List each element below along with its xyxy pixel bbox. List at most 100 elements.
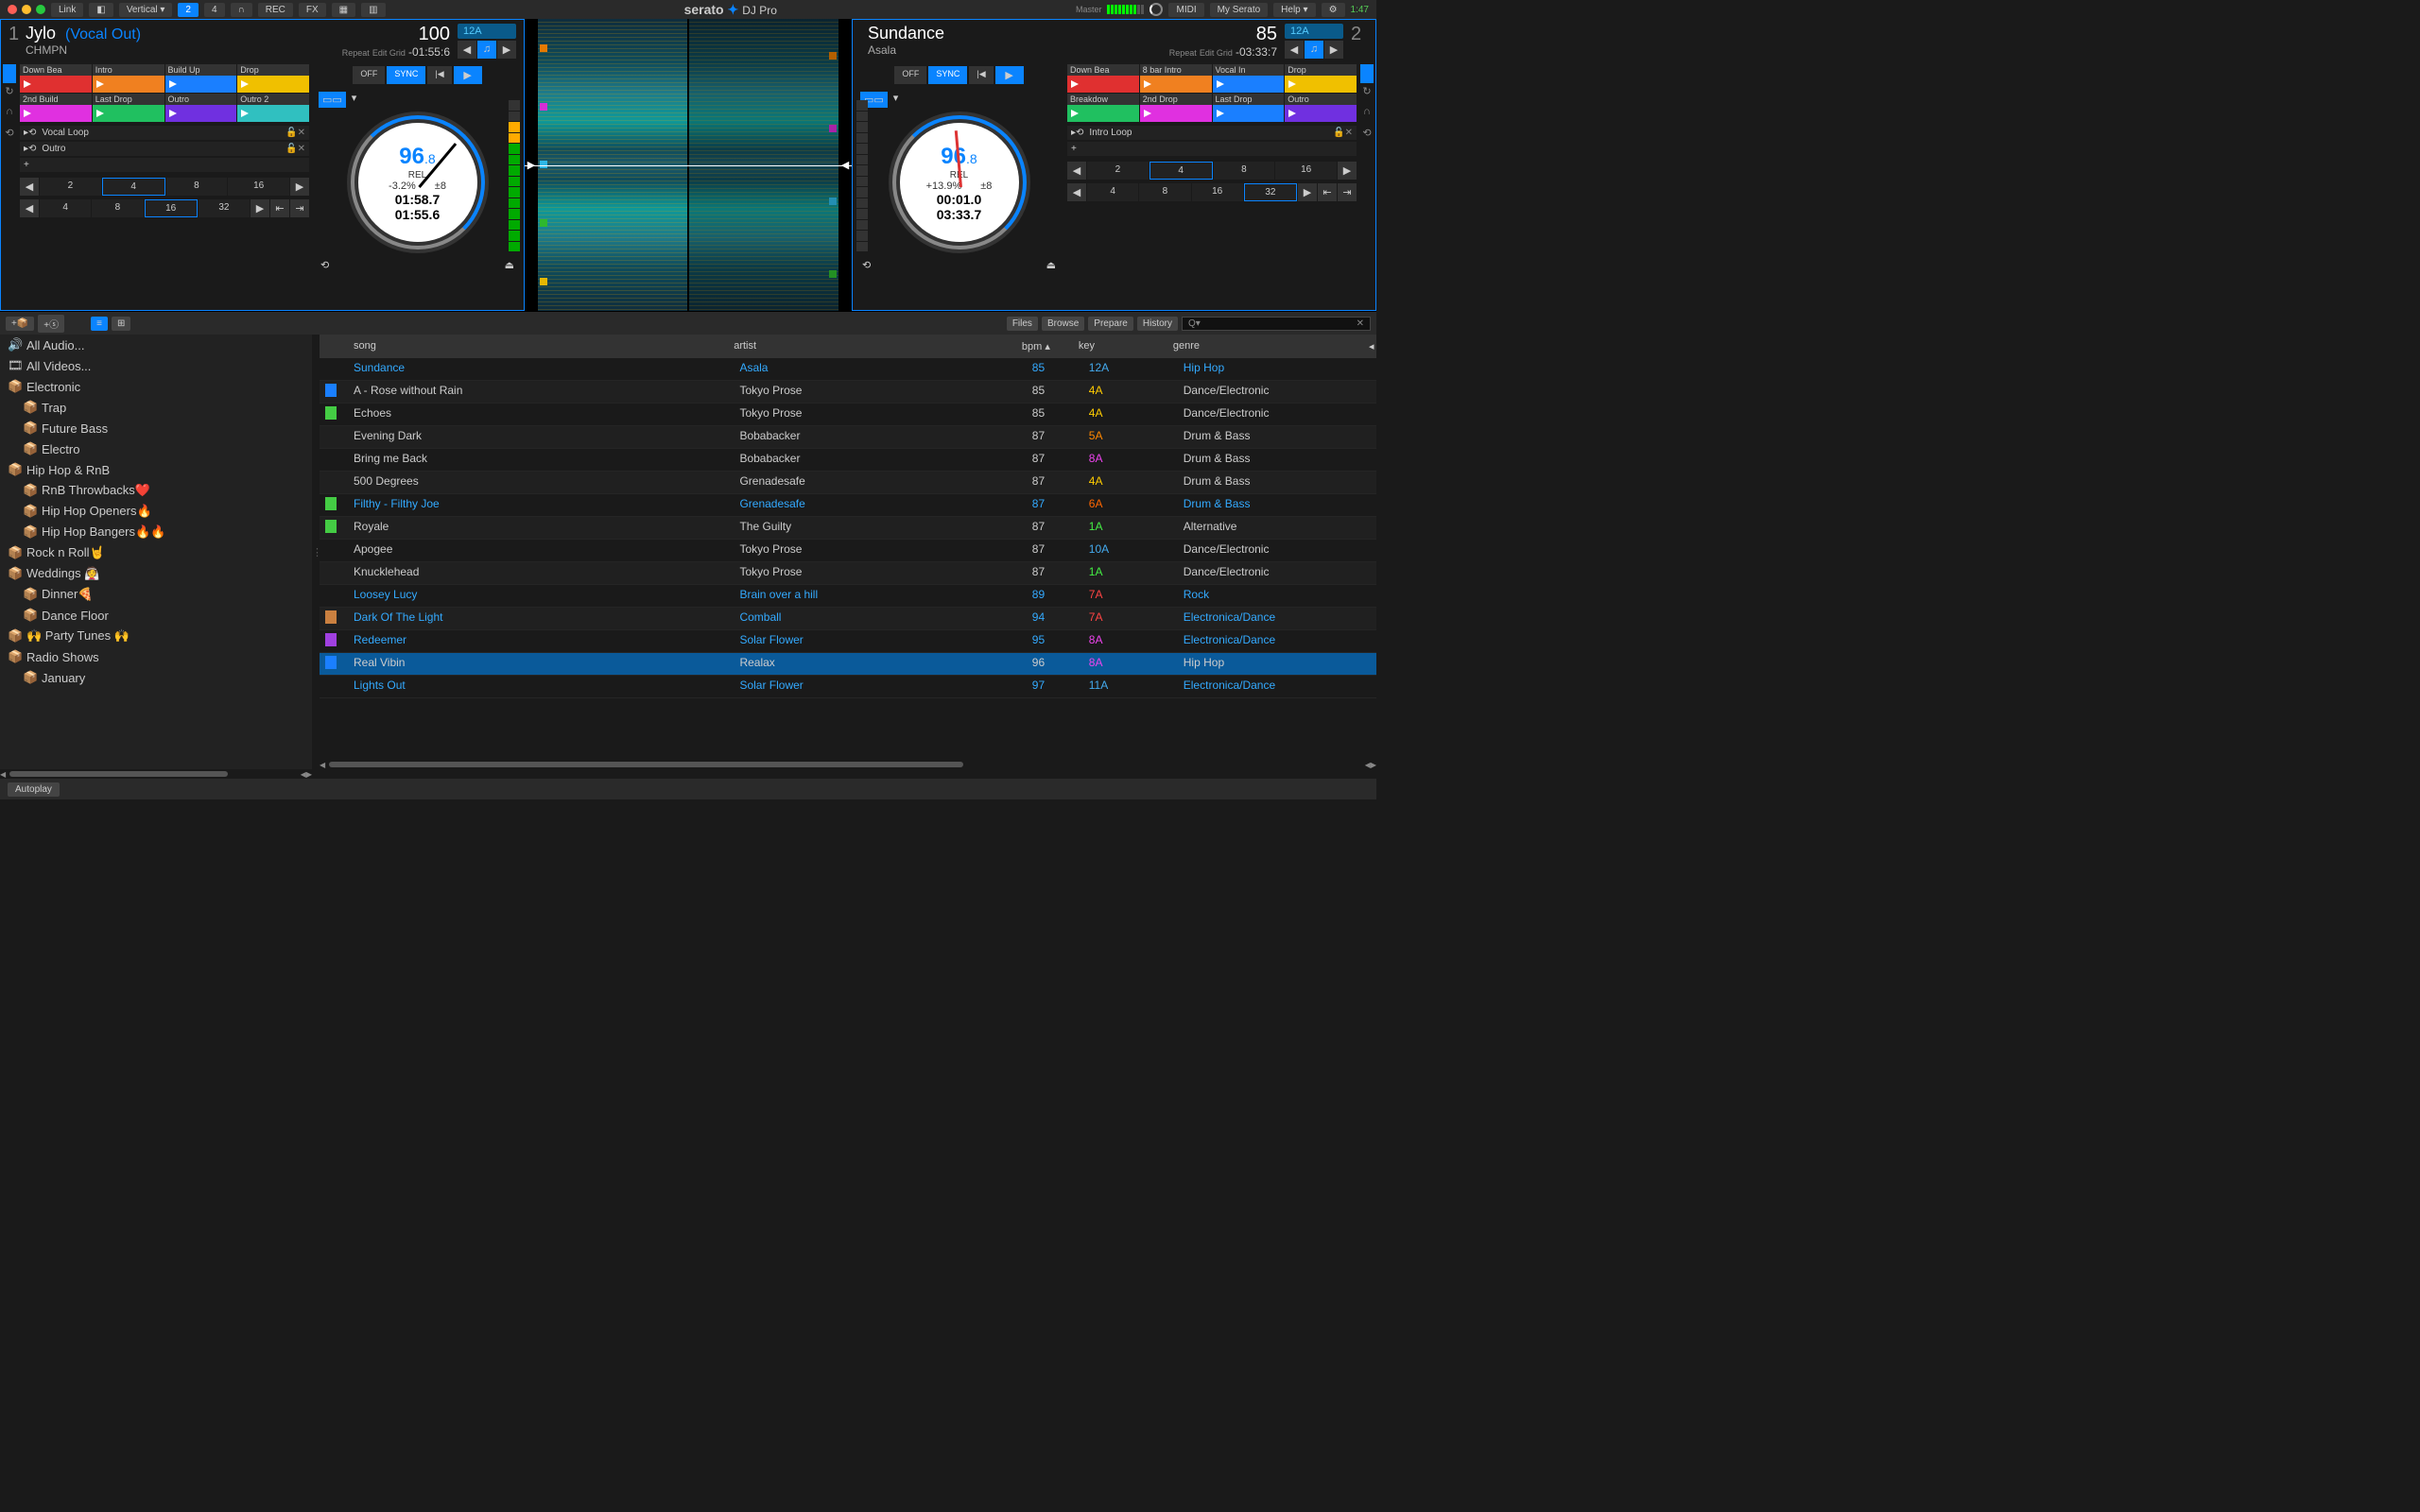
deck2-hotcue-mode[interactable] xyxy=(1360,64,1374,83)
crate-item[interactable]: 📦Dinner🍕 xyxy=(0,584,312,605)
deck2-sync-off[interactable]: OFF xyxy=(894,66,926,84)
crate-item[interactable]: 📦January xyxy=(0,667,312,688)
beat-value[interactable]: 4 xyxy=(102,178,165,196)
crate-item[interactable]: 🔊All Audio... xyxy=(0,335,312,355)
loop-add[interactable]: + xyxy=(1067,142,1357,156)
loop-add[interactable]: + xyxy=(20,158,309,172)
beat-left-icon[interactable]: ◀ xyxy=(20,199,39,217)
deck-count-2[interactable]: 2 xyxy=(178,3,199,17)
tracks-scrollbar-h[interactable] xyxy=(320,760,1376,769)
layout-dropdown[interactable]: Vertical ▾ xyxy=(119,3,173,17)
cue-pad[interactable]: Last Drop xyxy=(1213,94,1285,122)
deck2-prev-icon[interactable]: ◀ xyxy=(1285,41,1304,59)
beat-value[interactable]: 16 xyxy=(1192,183,1243,201)
beatjump-icon[interactable]: ⇥ xyxy=(290,199,309,217)
deck2-loop-mode[interactable]: ⟲ xyxy=(1360,127,1374,146)
deck-count-4[interactable]: 4 xyxy=(204,3,225,17)
crates-panel[interactable]: 🔊All Audio...🎞All Videos...📦Electronic📦T… xyxy=(0,335,312,769)
loop-slot[interactable]: ▸⟲Intro Loop🔓✕ xyxy=(1067,126,1357,140)
view-list-icon[interactable]: ≡ xyxy=(91,317,108,331)
deck1-repeat[interactable]: Repeat xyxy=(342,48,370,58)
beat-value[interactable]: 16 xyxy=(228,178,289,196)
cue-pad[interactable]: Intro xyxy=(93,64,164,93)
track-row[interactable]: Dark Of The LightComball947AElectronica/… xyxy=(320,608,1376,630)
deck2-platter[interactable]: 96.8 REL +13.9%±8 00:01.0 03:33.7 xyxy=(889,112,1030,253)
col-song[interactable]: song xyxy=(348,337,728,355)
track-row[interactable]: Lights OutSolar Flower9711AElectronica/D… xyxy=(320,676,1376,698)
beat-value[interactable]: 8 xyxy=(1214,162,1275,180)
deck2-editgrid[interactable]: Edit Grid xyxy=(1200,48,1233,58)
col-key[interactable]: key xyxy=(1073,337,1167,355)
track-row[interactable]: Real VibinRealax968AHip Hop xyxy=(320,653,1376,676)
cue-pad[interactable]: Drop xyxy=(1285,64,1357,93)
crate-item[interactable]: 📦Electro xyxy=(0,438,312,459)
sampler-icon[interactable]: ▦ xyxy=(332,3,355,17)
beat-value[interactable]: 4 xyxy=(1150,162,1213,180)
beatjump-icon[interactable]: ⇥ xyxy=(1338,183,1357,201)
crate-item[interactable]: 📦🙌 Party Tunes 🙌 xyxy=(0,626,312,646)
history-tab[interactable]: History xyxy=(1137,317,1178,331)
beat-value[interactable]: 4 xyxy=(1087,183,1138,201)
deck1-hotcue-mode[interactable] xyxy=(3,64,16,83)
search-input[interactable]: Q▾✕ xyxy=(1182,317,1371,331)
crate-item[interactable]: 📦Trap xyxy=(0,397,312,418)
cue-pad[interactable]: Down Bea xyxy=(1067,64,1139,93)
beat-value[interactable]: 2 xyxy=(40,178,101,196)
settings-icon[interactable]: ⚙ xyxy=(1322,3,1345,17)
beat-value[interactable]: 8 xyxy=(1139,183,1190,201)
deck2-play-button[interactable]: ▶ xyxy=(995,66,1024,84)
view-grid-icon[interactable]: ⊞ xyxy=(112,317,130,331)
track-row[interactable]: Loosey LucyBrain over a hill897ARock xyxy=(320,585,1376,608)
crate-item[interactable]: 📦Hip Hop Openers🔥 xyxy=(0,501,312,522)
track-row[interactable]: SundanceAsala8512AHip Hop xyxy=(320,358,1376,381)
minimize-icon[interactable] xyxy=(22,5,31,14)
deck1-prev-track-icon[interactable]: |◀ xyxy=(427,66,451,84)
deck1-headphone-icon[interactable]: ∩ xyxy=(3,106,16,125)
beatjump-icon[interactable]: ⇤ xyxy=(270,199,289,217)
crate-item[interactable]: 📦Radio Shows xyxy=(0,646,312,667)
rec-button[interactable]: REC xyxy=(258,3,293,17)
beat-value[interactable]: 2 xyxy=(1087,162,1149,180)
crate-item[interactable]: 📦RnB Throwbacks❤️ xyxy=(0,480,312,501)
deck1-music-icon[interactable]: ♫ xyxy=(477,41,496,59)
deck2-keylock-dropdown[interactable]: ▾ xyxy=(893,92,899,108)
deck1-sync-button[interactable]: SYNC xyxy=(387,66,425,84)
beat-value[interactable]: 4 xyxy=(40,199,91,217)
track-row[interactable]: RedeemerSolar Flower958AElectronica/Danc… xyxy=(320,630,1376,653)
beat-left-icon[interactable]: ◀ xyxy=(1067,162,1086,180)
beat-right-icon[interactable]: ▶ xyxy=(1298,183,1317,201)
cue-pad[interactable]: Outro xyxy=(165,94,237,122)
track-row[interactable]: RoyaleThe Guilty871AAlternative xyxy=(320,517,1376,540)
add-smart-crate-icon[interactable]: +ⓢ xyxy=(38,315,64,333)
track-row[interactable]: ApogeeTokyo Prose8710ADance/Electronic xyxy=(320,540,1376,562)
cue-pad[interactable]: Outro xyxy=(1285,94,1357,122)
col-genre[interactable]: genre xyxy=(1167,337,1363,355)
deck1-flip-mode[interactable]: ↻ xyxy=(3,85,16,104)
autoplay-button[interactable]: Autoplay xyxy=(8,782,60,797)
beat-right-icon[interactable]: ▶ xyxy=(251,199,269,217)
deck2-censor-icon[interactable]: ⟲ xyxy=(862,259,871,271)
beat-value[interactable]: 32 xyxy=(1244,183,1297,201)
track-row[interactable]: Bring me BackBobabacker878ADrum & Bass xyxy=(320,449,1376,472)
cue-pad[interactable]: Build Up xyxy=(165,64,237,93)
cue-pad[interactable]: Down Bea xyxy=(20,64,92,93)
track-row[interactable]: Filthy - Filthy JoeGrenadesafe876ADrum &… xyxy=(320,494,1376,517)
link-button[interactable]: Link xyxy=(51,3,83,17)
crate-item[interactable]: 📦Dance Floor xyxy=(0,605,312,626)
maximize-icon[interactable] xyxy=(36,5,45,14)
library-icon[interactable]: ◧ xyxy=(89,3,112,17)
deck2-bpm[interactable]: 85 xyxy=(1169,24,1277,45)
deck2-key[interactable]: 12A xyxy=(1285,24,1343,39)
crate-item[interactable]: 📦Hip Hop Bangers🔥🔥 xyxy=(0,522,312,542)
beat-value[interactable]: 16 xyxy=(1275,162,1337,180)
deck2-prev-track-icon[interactable]: |◀ xyxy=(969,66,993,84)
waveform-display[interactable]: ▶ ◀ xyxy=(525,19,852,311)
deck2-sync-button[interactable]: SYNC xyxy=(928,66,967,84)
close-icon[interactable] xyxy=(8,5,17,14)
crates-scrollbar-h[interactable] xyxy=(0,769,312,779)
deck1-slip-icon[interactable]: ▭▭ xyxy=(319,92,346,108)
cue-pad[interactable]: Vocal In xyxy=(1213,64,1285,93)
deck2-repeat[interactable]: Repeat xyxy=(1169,48,1197,58)
crate-item[interactable]: 📦Hip Hop & RnB xyxy=(0,459,312,480)
beatgrid-icon[interactable]: ▥ xyxy=(361,3,385,17)
